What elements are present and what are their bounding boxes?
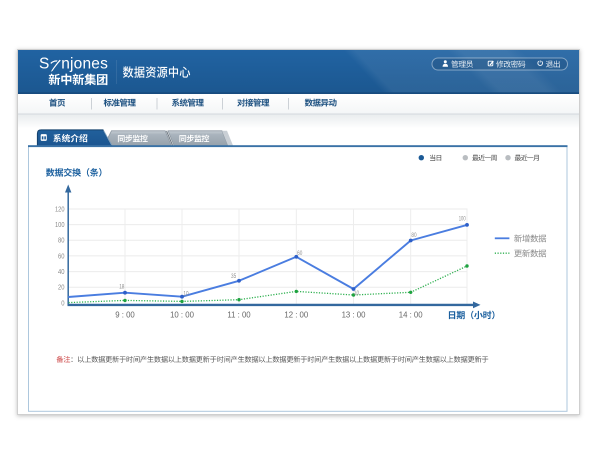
svg-text:120: 120	[55, 206, 65, 213]
svg-text:9 : 00: 9 : 00	[115, 310, 135, 319]
svg-text:11 : 00: 11 : 00	[227, 310, 251, 319]
svg-text:80: 80	[58, 238, 65, 245]
svg-text:40: 40	[58, 269, 65, 276]
svg-text:0: 0	[61, 300, 64, 307]
svg-text:100: 100	[459, 215, 466, 222]
svg-text:14 : 00: 14 : 00	[399, 310, 424, 319]
svg-text:njones: njones	[61, 56, 108, 73]
svg-text:S: S	[39, 56, 49, 73]
svg-text:10: 10	[183, 291, 188, 298]
svg-text:80: 80	[411, 232, 416, 239]
svg-text:100: 100	[55, 222, 65, 229]
svg-text:13 : 00: 13 : 00	[342, 310, 367, 319]
svg-text:10: 10	[354, 290, 359, 297]
svg-text:35: 35	[231, 273, 236, 280]
svg-text:60: 60	[297, 250, 302, 257]
svg-text:18: 18	[119, 283, 124, 290]
svg-text:20: 20	[58, 285, 65, 292]
svg-text:60: 60	[58, 253, 65, 260]
svg-text:12 : 00: 12 : 00	[284, 310, 309, 319]
svg-text:10 : 00: 10 : 00	[170, 310, 195, 319]
